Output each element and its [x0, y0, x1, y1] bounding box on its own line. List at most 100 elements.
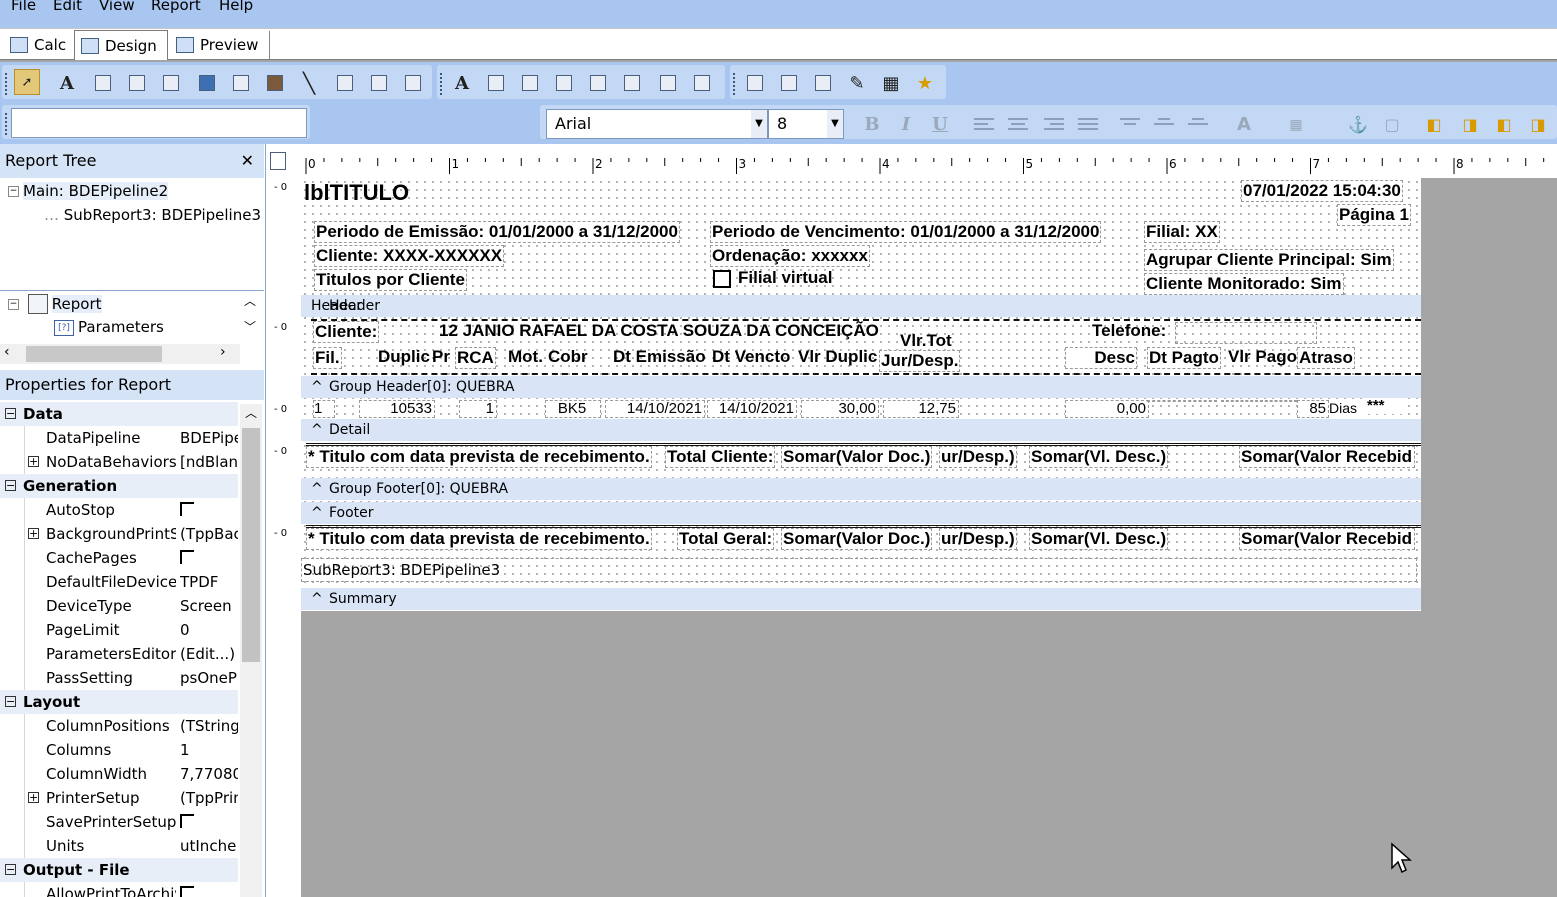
gf-somar-doc[interactable]: Somar(Valor Doc.) — [781, 446, 933, 468]
bring-to-front-icon[interactable]: ◧ — [1422, 113, 1446, 137]
region-tool-icon[interactable] — [368, 72, 390, 94]
menu-file[interactable]: File — [11, 0, 36, 14]
cliente-monitorado-label[interactable]: Cliente Monitorado: Sim — [1144, 273, 1344, 295]
menu-edit[interactable]: Edit — [53, 0, 82, 14]
collapse-icon[interactable]: − — [5, 696, 16, 707]
dbrichtext-tool-icon[interactable] — [519, 72, 541, 94]
property-row[interactable]: ParametersEditor (Edit...) — [0, 642, 238, 666]
detail-dt-vencto[interactable]: 14/10/2021 — [707, 400, 797, 418]
menu-view[interactable]: View — [99, 0, 135, 14]
property-value[interactable]: 7,77080 — [180, 762, 238, 786]
brush-icon[interactable]: ✎ — [846, 72, 868, 94]
gf-ur-desp[interactable]: ur/Desp.) — [939, 446, 1017, 468]
dbtext-tool-icon[interactable]: A — [451, 72, 473, 94]
ordenacao-label[interactable]: Ordenação: xxxxxx — [710, 245, 870, 267]
line-tool-icon[interactable]: ╲ — [298, 71, 320, 95]
menu-help[interactable]: Help — [219, 0, 253, 14]
property-row[interactable]: PassSetting psOneP — [0, 666, 238, 690]
property-row[interactable]: CachePages — [0, 546, 238, 570]
align-bottom-icon[interactable] — [1188, 115, 1210, 135]
property-row[interactable]: Units utInche — [0, 834, 238, 858]
vertical-scrollbar[interactable]: ︿ ﹀ — [240, 292, 260, 342]
titulos-por-cliente-label[interactable]: Titulos por Cliente — [314, 269, 467, 291]
property-value[interactable]: (Edit...) — [180, 642, 238, 666]
header-cliente-name[interactable]: 12 JANIO RAFAEL DA COSTA SOUZA DA CONCEI… — [438, 321, 880, 341]
property-category[interactable]: − Output - File — [0, 858, 238, 882]
send-to-back-icon[interactable]: ◨ — [1458, 113, 1482, 137]
col-rca[interactable]: RCA — [455, 347, 496, 369]
gf-note[interactable]: * Titulo com data prevista de recebiment… — [306, 446, 652, 468]
subreport-component[interactable]: SubReport3: BDEPipeline3 — [301, 558, 1417, 582]
band-header[interactable]: Header Header — [301, 295, 1421, 317]
font-color-icon[interactable]: A — [1232, 113, 1256, 137]
tree-item-report[interactable]: − Report — [8, 294, 102, 314]
header-cliente-label[interactable]: Cliente: — [313, 321, 380, 343]
col-cobr[interactable]: Cobr — [547, 347, 589, 367]
scroll-up-icon[interactable]: ︿ — [244, 292, 256, 309]
property-checkbox[interactable] — [180, 550, 194, 564]
header-telefone[interactable]: Telefone: — [1091, 321, 1167, 341]
property-category[interactable]: − Data — [0, 402, 238, 426]
filial-virtual-checkbox[interactable] — [713, 270, 731, 288]
table-grid-icon[interactable]: ▦ — [880, 72, 902, 94]
menu-report[interactable]: Report — [151, 0, 201, 14]
ft-note[interactable]: * Titulo com data prevista de recebiment… — [306, 528, 652, 550]
dbmemo-tool-icon[interactable] — [485, 72, 507, 94]
property-value[interactable] — [180, 546, 238, 571]
scroll-right-icon[interactable]: › — [220, 344, 226, 360]
dbimage-tool-icon[interactable] — [587, 72, 609, 94]
font-size-combo[interactable]: 8 ▼ — [768, 109, 844, 139]
filial-label[interactable]: Filial: XX — [1144, 221, 1220, 243]
detail-duplic[interactable]: 10533 — [359, 400, 435, 418]
property-checkbox[interactable] — [180, 886, 194, 897]
page-number-label[interactable]: Página 1 — [1337, 204, 1411, 226]
ft-total[interactable]: Total Geral: — [677, 528, 775, 550]
systemvar-tool-icon[interactable] — [160, 72, 182, 94]
property-value[interactable]: TPDF — [180, 570, 238, 594]
property-checkbox[interactable] — [180, 814, 194, 828]
property-category[interactable]: − Generation — [0, 474, 238, 498]
property-row[interactable]: + PrinterSetup (TppPrin — [0, 786, 238, 810]
detail-vlr-pago[interactable] — [1221, 400, 1297, 402]
scroll-thumb[interactable] — [26, 346, 162, 362]
border-icon[interactable]: ▢ — [1380, 113, 1404, 137]
dbchart-tool-icon[interactable] — [657, 72, 679, 94]
property-category[interactable]: − Layout — [0, 690, 238, 714]
chevron-down-icon[interactable]: ▼ — [751, 110, 767, 138]
header-jur-desp[interactable]: Jur/Desp. — [879, 350, 961, 372]
chart-tool-icon[interactable] — [812, 72, 834, 94]
shape-tool-icon[interactable] — [264, 72, 286, 94]
tab-preview[interactable]: Preview — [170, 31, 270, 59]
property-row[interactable]: PageLimit 0 — [0, 618, 238, 642]
col-desc[interactable]: Desc — [1065, 347, 1137, 369]
ft-somar-desc[interactable]: Somar(Vl. Desc.) — [1029, 528, 1169, 550]
toolbar-grip[interactable] — [733, 73, 738, 95]
property-value[interactable]: (TppBac — [180, 522, 238, 546]
band-footer[interactable]: ^ Footer — [301, 502, 1421, 524]
property-value[interactable]: utInche — [180, 834, 238, 858]
property-value[interactable] — [180, 810, 238, 835]
wizard-icon[interactable]: ★ — [914, 72, 936, 94]
crossover-tool-icon[interactable] — [402, 72, 424, 94]
font-name-combo[interactable]: Arial ▼ — [546, 109, 768, 139]
property-row[interactable]: DeviceType Screen — [0, 594, 238, 618]
col-atraso[interactable]: Atraso — [1297, 347, 1355, 369]
band-group-footer[interactable]: ^ Group Footer[0]: QUEBRA — [301, 478, 1421, 500]
property-row[interactable]: + BackgroundPrintSe (TppBac — [0, 522, 238, 546]
label-tool-icon[interactable]: A — [56, 72, 78, 94]
cliente-label[interactable]: Cliente: XXXX-XXXXXX — [314, 245, 505, 267]
tab-calc[interactable]: Calc — [4, 31, 74, 59]
toolbar-grip[interactable] — [5, 113, 10, 135]
tab-design[interactable]: Design — [74, 30, 168, 60]
detail-cobr[interactable]: BK5 — [545, 400, 601, 418]
property-value[interactable]: Screen — [180, 594, 238, 618]
col-dt-vencto[interactable]: Dt Vencto — [711, 347, 791, 367]
align-left-icon[interactable] — [974, 115, 996, 135]
italic-button[interactable]: I — [894, 113, 918, 137]
property-value[interactable]: 1 — [180, 738, 238, 762]
periodo-emissao-label[interactable]: Periodo de Emissão: 01/01/2000 a 31/12/2… — [314, 221, 680, 243]
scroll-up-icon[interactable]: ︿ — [245, 404, 257, 421]
agrupar-label[interactable]: Agrupar Cliente Principal: Sim — [1144, 249, 1394, 271]
align-middle-icon[interactable] — [1154, 115, 1176, 135]
highlight-color-icon[interactable]: ▦ — [1284, 113, 1308, 137]
